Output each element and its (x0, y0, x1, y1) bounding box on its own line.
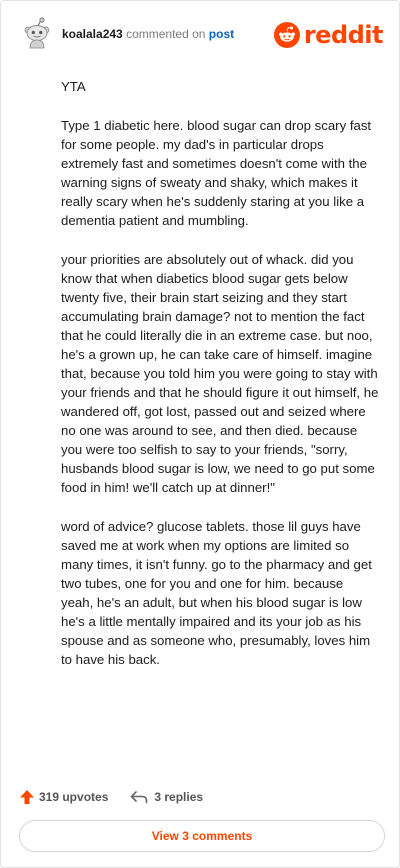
action-text: commented on (126, 27, 206, 41)
comment-meta: koalala243 commented on post (62, 27, 234, 41)
upvote-arrow-icon (20, 790, 34, 804)
comment-paragraph: Type 1 diabetic here. blood sugar can dr… (61, 118, 372, 228)
reddit-logo-icon (273, 22, 300, 48)
reply-arrow-icon (131, 791, 148, 804)
username-link[interactable]: koalala243 (62, 27, 123, 41)
upvote-count: 319 upvotes (39, 790, 109, 804)
comment-body: YTA Type 1 diabetic here. blood sugar ca… (61, 77, 379, 689)
comment-paragraph: YTA (61, 79, 86, 94)
replies-button[interactable]: 3 replies (130, 790, 203, 804)
comment-footer: 319 upvotes 3 replies (19, 787, 203, 807)
comment-paragraph: word of advice? glucose tablets. those l… (61, 519, 372, 667)
snoo-avatar-icon (24, 17, 50, 49)
replies-count: 3 replies (154, 790, 204, 804)
reddit-logo[interactable]: reddit (273, 20, 384, 50)
upvote-button[interactable]: 319 upvotes (19, 789, 108, 805)
avatar[interactable] (21, 17, 53, 49)
post-link[interactable]: post (209, 27, 234, 41)
view-comments-button[interactable]: View 3 comments (19, 820, 385, 852)
comment-paragraph: your priorities are absolutely out of wh… (61, 252, 379, 495)
comment-header: koalala243 commented on post reddit (21, 15, 384, 55)
reddit-wordmark: reddit (303, 21, 384, 49)
comment-card: koalala243 commented on post reddit YTA … (0, 0, 400, 868)
